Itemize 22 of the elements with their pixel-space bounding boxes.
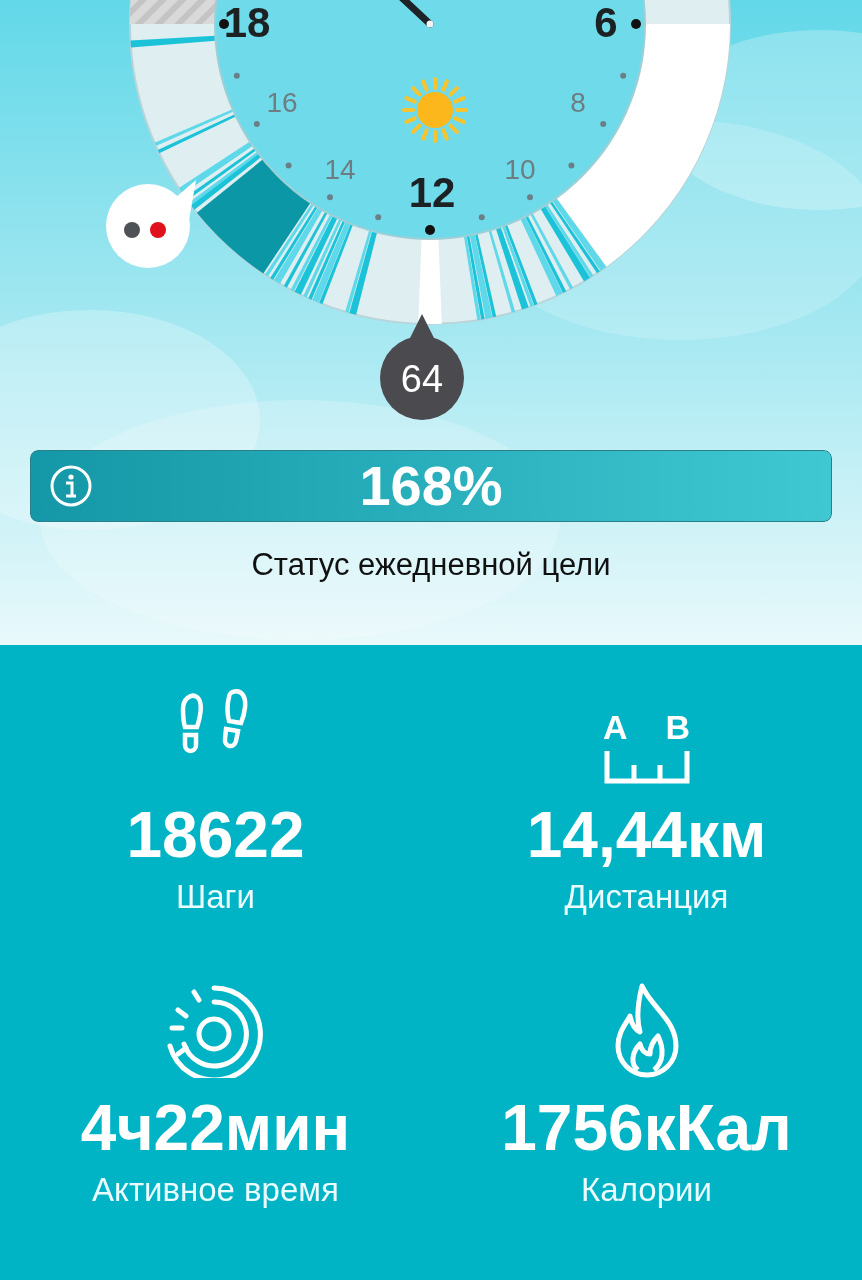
stat-value: 4ч22мин <box>80 1090 351 1166</box>
hour-label: 12 <box>408 169 456 216</box>
hour-label: 10 <box>504 154 536 185</box>
stat-label: Активное время <box>92 1169 339 1210</box>
hour-label: 16 <box>266 87 298 118</box>
hour-label: 8 <box>570 87 586 118</box>
stat-value: 18622 <box>126 798 305 873</box>
hour-label: 18 <box>223 0 271 46</box>
hour-label: 6 <box>594 0 618 46</box>
goal-status-label: Статус ежедневной цели <box>250 546 612 584</box>
stat-label: Калории <box>581 1169 712 1210</box>
stat-value: 1756кКал <box>501 1090 792 1166</box>
stat-value: 14,44км <box>526 798 767 873</box>
chat-bubble-icon[interactable] <box>106 180 196 268</box>
sun-icon <box>402 77 468 143</box>
stat-label: Дистанция <box>564 877 729 917</box>
hour-label: 14 <box>324 154 356 185</box>
info-icon[interactable] <box>50 465 92 507</box>
goal-percentage: 168% <box>358 454 504 518</box>
stat-label: Шаги <box>175 877 256 917</box>
point-letter: B <box>665 709 691 745</box>
point-letter: A <box>602 709 628 745</box>
